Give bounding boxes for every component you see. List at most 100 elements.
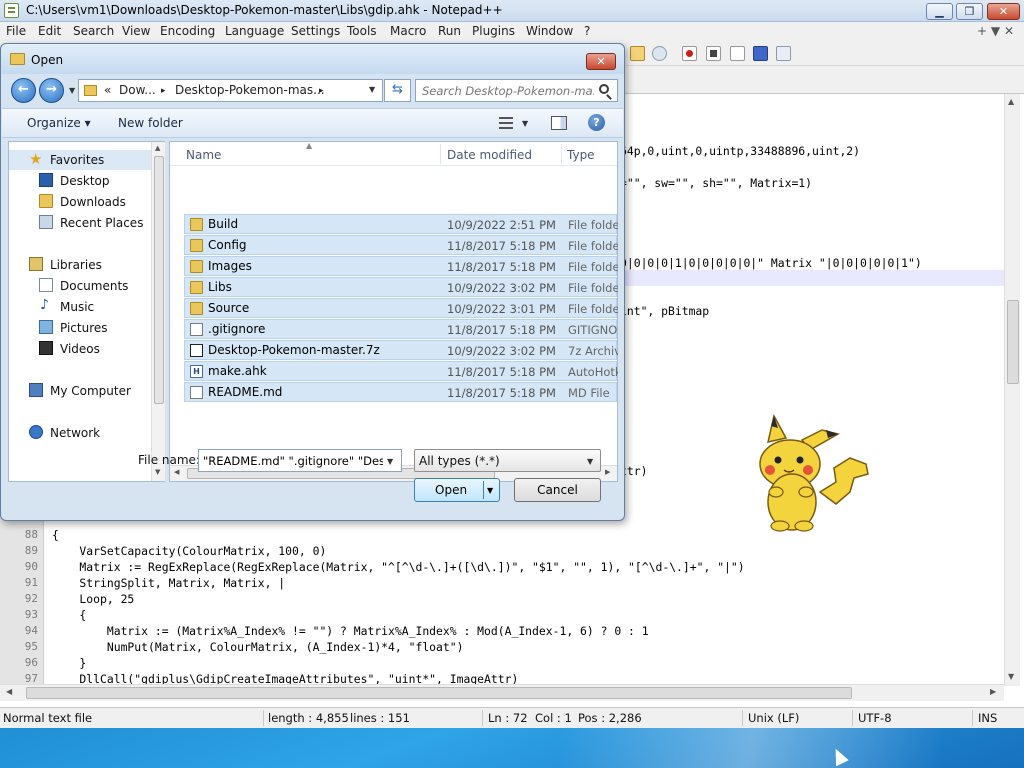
menu-window[interactable]: Window (526, 24, 573, 38)
scroll-left-icon[interactable]: ◀ (6, 687, 12, 696)
play-macro-icon[interactable] (730, 46, 745, 61)
view-eye-icon[interactable] (652, 46, 667, 61)
file-row-config[interactable]: Config 11/8/2017 5:18 PM File folder (184, 235, 618, 255)
menu-encoding[interactable]: Encoding (160, 24, 215, 38)
nav-videos[interactable]: Videos (9, 339, 151, 359)
nav-my-computer[interactable]: My Computer (9, 381, 151, 401)
nav-music[interactable]: ♪ Music (9, 297, 151, 317)
help-icon[interactable]: ? (588, 114, 605, 131)
file-type-value: All types (*.*) (419, 454, 500, 468)
navigation-scrollbar[interactable]: ▲ ▼ (151, 142, 165, 481)
search-box[interactable] (415, 79, 618, 102)
nav-recent-places[interactable]: Recent Places (9, 213, 151, 233)
search-icon[interactable] (599, 84, 609, 94)
scroll-down-icon[interactable]: ▼ (1008, 672, 1014, 681)
file-type: File folder (568, 218, 618, 232)
scrollbar-thumb[interactable] (1007, 300, 1019, 384)
column-header-date[interactable]: Date modified (447, 148, 532, 162)
column-header-name[interactable]: Name (186, 148, 221, 162)
notepadpp-title-bar[interactable]: C:\Users\vm1\Downloads\Desktop-Pokemon-m… (0, 0, 1024, 22)
file-type-select[interactable]: All types (*.*) ▼ (414, 449, 601, 472)
pikachu-sprite[interactable] (750, 412, 870, 536)
nav-pictures[interactable]: Pictures (9, 318, 151, 338)
open-options-dropdown-icon[interactable]: ▼ (487, 486, 493, 495)
scroll-up-icon[interactable]: ▲ (1008, 97, 1014, 106)
menu-macro[interactable]: Macro (390, 24, 426, 38)
menu-settings[interactable]: Settings (291, 24, 340, 38)
notepadpp-app-icon[interactable] (4, 3, 19, 18)
file-name-dropdown-icon[interactable]: ▼ (387, 457, 393, 466)
nav-network[interactable]: Network (9, 423, 151, 443)
file-row-make-ahk[interactable]: H make.ahk 11/8/2017 5:18 PM AutoHotkey (184, 361, 618, 381)
menu-plugins[interactable]: Plugins (472, 24, 515, 38)
menu-search[interactable]: Search (73, 24, 114, 38)
preview-pane-icon[interactable] (551, 116, 567, 130)
menu-language[interactable]: Language (225, 24, 284, 38)
scroll-down-icon[interactable]: ▼ (155, 468, 160, 476)
scroll-right-icon[interactable]: ▶ (990, 687, 996, 696)
record-macro-icon[interactable] (682, 46, 697, 61)
close-button[interactable]: ✕ (987, 3, 1020, 20)
breadcrumb-separator[interactable]: ▸ (319, 86, 324, 96)
file-row-libs[interactable]: Libs 10/9/2022 3:02 PM File folder (184, 277, 618, 297)
refresh-button[interactable]: ⇆ (384, 79, 411, 102)
menu-run[interactable]: Run (438, 24, 461, 38)
file-row-images[interactable]: Images 11/8/2017 5:18 PM File folder (184, 256, 618, 276)
stop-macro-icon[interactable] (706, 46, 721, 61)
breadcrumb-separator[interactable]: ▸ (161, 86, 166, 96)
refresh-icon: ⇆ (392, 82, 403, 97)
open-folder-icon[interactable] (630, 46, 645, 61)
new-folder-button[interactable]: New folder (118, 116, 183, 130)
breadcrumb-downloads[interactable]: Dow... (119, 83, 156, 97)
dialog-title-bar[interactable]: Open ✕ (1, 44, 624, 74)
run-multiple-macro-icon[interactable] (753, 46, 768, 61)
file-row-build[interactable]: Build 10/9/2022 2:51 PM File folder (184, 214, 618, 234)
address-bar[interactable]: « Dow... ▸ Desktop-Pokemon-mas... ▸ ▼ (78, 79, 383, 102)
nav-documents[interactable]: Documents (9, 276, 151, 296)
column-header-type[interactable]: Type (567, 148, 595, 162)
nav-downloads[interactable]: Downloads (9, 192, 151, 212)
maximize-button[interactable]: ❐ (956, 3, 983, 20)
address-dropdown-icon[interactable]: ▼ (369, 85, 375, 94)
editor-horizontal-scrollbar[interactable]: ◀ ▶ (0, 684, 1004, 701)
menu-file[interactable]: File (6, 24, 26, 38)
scroll-up-icon[interactable]: ▲ (155, 144, 160, 152)
change-view-icon[interactable] (499, 117, 513, 129)
file-row-readme[interactable]: README.md 11/8/2017 5:18 PM MD File (184, 382, 617, 402)
back-button[interactable]: ← (11, 78, 36, 103)
file-name-field[interactable]: ▼ (198, 449, 402, 472)
arrow-right-icon: → (46, 82, 57, 97)
menu-help[interactable]: ? (584, 24, 590, 38)
nav-libraries[interactable]: Libraries (9, 255, 151, 275)
editor-vertical-scrollbar[interactable]: ▲ ▼ (1004, 94, 1020, 686)
search-input[interactable] (422, 83, 594, 98)
menu-right-controls[interactable]: + ▼ ✕ (977, 24, 1014, 38)
column-divider[interactable] (561, 144, 562, 164)
file-name-input[interactable] (203, 453, 383, 468)
breadcrumb-desktop-pokemon-master[interactable]: Desktop-Pokemon-mas... (175, 83, 325, 97)
nav-favorites[interactable]: ★ Favorites (9, 150, 151, 170)
menu-edit[interactable]: Edit (38, 24, 61, 38)
menu-tools[interactable]: Tools (347, 24, 377, 38)
cancel-button[interactable]: Cancel (514, 478, 601, 502)
scroll-left-icon[interactable]: ◀ (174, 468, 179, 476)
organize-button[interactable]: Organize ▾ (27, 116, 91, 130)
file-row-gitignore[interactable]: .gitignore 11/8/2017 5:18 PM GITIGNORE (184, 319, 618, 339)
column-divider[interactable] (440, 144, 441, 164)
scrollbar-thumb[interactable] (154, 156, 164, 404)
save-macro-icon[interactable] (776, 46, 791, 61)
dialog-close-button[interactable]: ✕ (586, 53, 616, 70)
open-button[interactable]: Open ▼ (414, 478, 500, 502)
scroll-right-icon[interactable]: ▶ (605, 468, 610, 476)
file-row-source[interactable]: Source 10/9/2022 3:01 PM File folder (184, 298, 618, 318)
status-divider (263, 710, 264, 726)
forward-button[interactable]: → (39, 78, 64, 103)
scrollbar-thumb[interactable] (26, 687, 852, 699)
nav-desktop[interactable]: Desktop (9, 171, 151, 191)
recent-locations-dropdown-icon[interactable]: ▼ (69, 86, 75, 95)
breadcrumb-overflow[interactable]: « (104, 83, 111, 97)
menu-view[interactable]: View (122, 24, 150, 38)
minimize-button[interactable]: ▁ (926, 3, 953, 20)
file-row-7z-archive[interactable]: Desktop-Pokemon-master.7z 10/9/2022 3:02… (184, 340, 618, 360)
view-options-dropdown-icon[interactable]: ▼ (522, 119, 528, 128)
